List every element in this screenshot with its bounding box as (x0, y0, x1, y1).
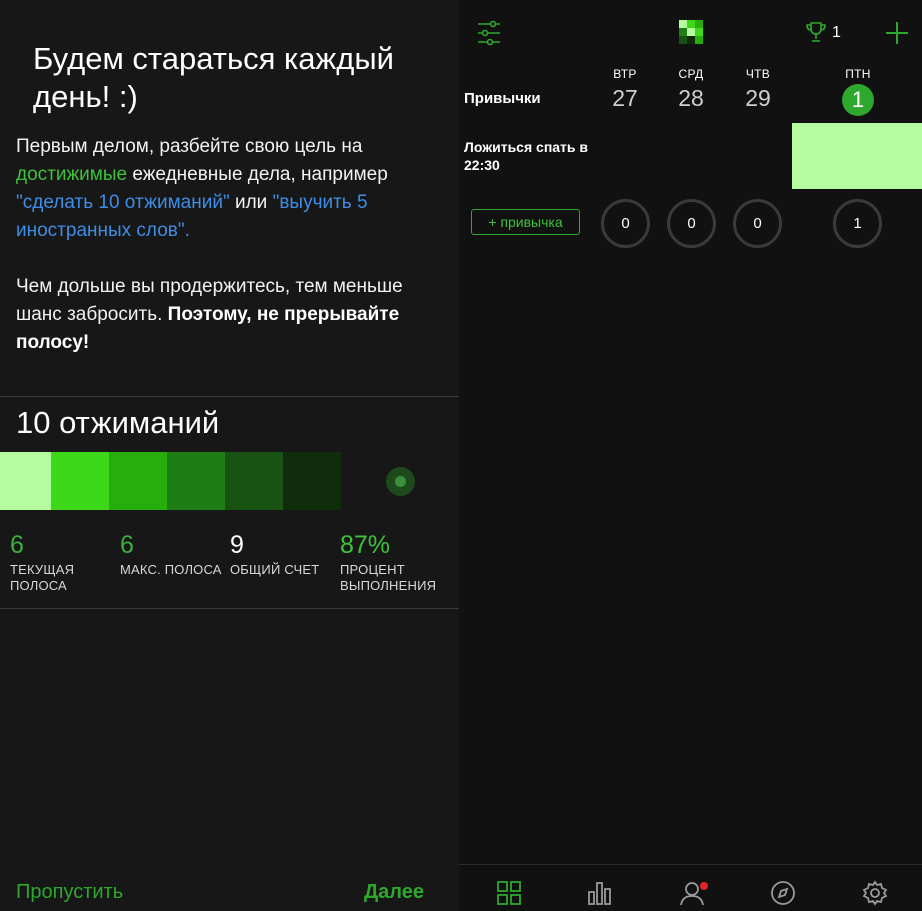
onboarding-title: Будем стараться каждый день! :) (33, 41, 394, 114)
intro-text: Первым делом, разбейте свою цель на (16, 136, 363, 157)
intro-text: или (229, 192, 273, 213)
day-abbr: ВТР (613, 67, 637, 81)
streak-swatches (0, 452, 341, 510)
intro-example-1: "сделать 10 отжиманий" (16, 192, 230, 213)
stat-label: ТЕКУЩАЯ ПОЛОСА (10, 562, 75, 593)
compass-icon[interactable] (770, 880, 796, 906)
trophy-count: 1 (832, 24, 841, 41)
onboarding-panel: Будем стараться каждый день! :) Первым д… (0, 0, 459, 911)
bar-chart-icon[interactable] (587, 880, 613, 906)
habit-example-title: 10 отжиманий (16, 405, 220, 440)
stat-current-streak: 6 ТЕКУЩАЯ ПОЛОСА (10, 530, 120, 594)
streak-dot-indicator (386, 467, 415, 496)
day-column-header-today: ПТН 1 (833, 67, 883, 116)
stat-label: ПРОЦЕНТ ВЫПОЛНЕНИЯ (340, 562, 437, 593)
notification-dot (700, 882, 708, 890)
tracker-panel: 1 Привычки ВТР 27 СРД 28 ЧТВ 29 ПТН 1 Ло… (459, 0, 922, 911)
streak-swatch (51, 452, 109, 510)
day-number: 29 (745, 85, 771, 111)
streak-swatch (0, 452, 51, 510)
day-column-header: ВТР 27 (600, 67, 650, 111)
divider (0, 608, 459, 609)
day-count-circle: 1 (833, 199, 882, 248)
stat-value: 9 (230, 531, 244, 559)
plus-icon[interactable] (885, 21, 909, 45)
gear-icon[interactable] (862, 880, 888, 906)
filter-icon[interactable] (477, 20, 501, 46)
day-abbr: ЧТВ (745, 67, 771, 81)
day-count-circle: 0 (733, 199, 782, 248)
intro-text: ежедневные дела, например (127, 164, 388, 185)
habits-header: Привычки (464, 90, 541, 107)
stats-row: 6 ТЕКУЩАЯ ПОЛОСА 6 МАКС. ПОЛОСА 9 ОБЩИЙ … (10, 530, 450, 594)
streak-swatch (225, 452, 283, 510)
stat-value: 6 (120, 531, 134, 559)
day-abbr: СРД (678, 67, 704, 81)
intro-paragraph-1: Первым делом, разбейте свою цель на дост… (16, 133, 446, 245)
divider (0, 396, 459, 397)
add-habit-button[interactable]: + привычка (471, 209, 580, 235)
day-count-circle: 0 (601, 199, 650, 248)
intro-highlight-green: достижимые (16, 164, 128, 185)
stat-max-streak: 6 МАКС. ПОЛОСА (120, 530, 230, 594)
stat-value: 6 (10, 531, 24, 559)
stat-completion-rate: 87% ПРОЦЕНТ ВЫПОЛНЕНИЯ (340, 530, 450, 594)
today-badge: 1 (842, 84, 874, 116)
stat-value: 87% (340, 531, 391, 559)
day-number: 27 (612, 85, 638, 111)
skip-button[interactable]: Пропустить (16, 881, 123, 904)
trophy-icon[interactable] (805, 21, 827, 43)
stat-label: ОБЩИЙ СЧЕТ (230, 562, 320, 577)
streak-swatch (283, 452, 341, 510)
day-abbr: ПТН (845, 67, 871, 81)
stat-total-score: 9 ОБЩИЙ СЧЕТ (230, 530, 340, 594)
grid-icon[interactable] (496, 880, 522, 906)
bottom-nav-divider (459, 864, 922, 865)
onboarding-intro: Первым делом, разбейте свою цель на дост… (16, 133, 446, 385)
stat-label: МАКС. ПОЛОСА (120, 562, 222, 577)
intro-paragraph-2: Чем дольше вы продержитесь, тем меньше ш… (16, 273, 446, 357)
day-column-header: СРД 28 (666, 67, 716, 111)
day-column-header: ЧТВ 29 (733, 67, 783, 111)
habit-name[interactable]: Ложиться спать в 22:30 (464, 138, 604, 174)
logo-icon[interactable] (679, 20, 703, 44)
streak-swatch (167, 452, 225, 510)
next-button[interactable]: Далее (364, 881, 424, 904)
day-count-circle: 0 (667, 199, 716, 248)
streak-swatch (109, 452, 167, 510)
habit-cell-done[interactable] (792, 123, 922, 189)
day-number: 28 (678, 85, 704, 111)
streak-dot-core (395, 476, 406, 487)
